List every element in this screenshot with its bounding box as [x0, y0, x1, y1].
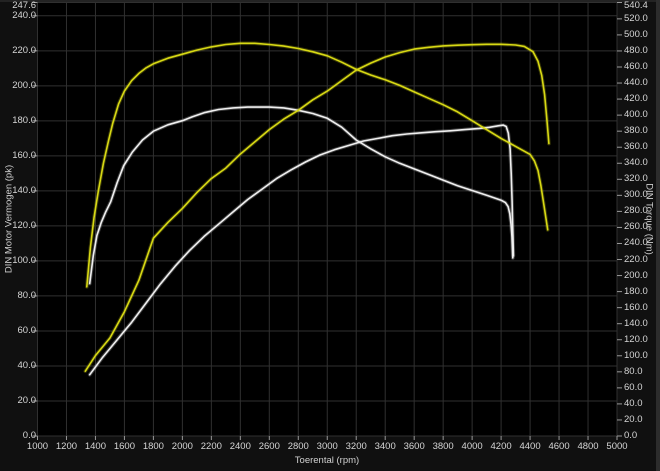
x-tick-label: 2400: [230, 442, 251, 452]
y-left-tick-label: 80.0: [0, 291, 36, 301]
y-left-tick-label: 180.0: [0, 116, 36, 126]
y-left-tick-label: 0.0: [0, 431, 36, 441]
right-axis-title: DIN Torque (Nm): [644, 183, 655, 255]
y-left-tick-label: 20.0: [0, 396, 36, 406]
x-tick-label: 4800: [577, 442, 598, 452]
x-tick-label: 4400: [519, 442, 540, 452]
y-left-tick-label: 160.0: [0, 151, 36, 161]
y-right-tick-label: 400.0: [624, 110, 648, 120]
y-left-tick-label: 60.0: [0, 326, 36, 336]
y-right-tick-label: 180.0: [624, 287, 648, 297]
y-right-tick-label: 60.0: [624, 383, 643, 393]
y-right-tick-label: 20.0: [624, 415, 643, 425]
x-tick-label: 1000: [27, 442, 48, 452]
x-tick-label: 5000: [606, 442, 627, 452]
x-tick-label: 3200: [346, 442, 367, 452]
y-right-tick-label: 360.0: [624, 142, 648, 152]
y-right-tick-label: 520.0: [624, 14, 648, 24]
y-right-tick-label: 440.0: [624, 78, 648, 88]
y-right-tick-label: 40.0: [624, 399, 643, 409]
x-tick-label: 3000: [317, 442, 338, 452]
right-edge-strip: [656, 0, 660, 471]
x-tick-label: 2800: [288, 442, 309, 452]
y-left-tick-label: 220.0: [0, 46, 36, 56]
y-right-tick-label: 480.0: [624, 46, 648, 56]
y-left-tick-label: 40.0: [0, 361, 36, 371]
x-tick-label: 1800: [143, 442, 164, 452]
x-tick-label: 2000: [172, 442, 193, 452]
y-right-tick-label: 140.0: [624, 319, 648, 329]
chart-canvas: [0, 0, 660, 471]
x-tick-label: 1200: [56, 442, 77, 452]
y-right-tick-label: 160.0: [624, 303, 648, 313]
y-left-tick-label: 240.0: [0, 11, 36, 21]
y-right-tick-label: 540.4: [624, 1, 648, 11]
y-right-tick-label: 0.0: [624, 431, 637, 441]
x-tick-label: 4200: [491, 442, 512, 452]
y-right-tick-label: 340.0: [624, 158, 648, 168]
y-left-tick-label: 200.0: [0, 81, 36, 91]
x-tick-label: 3400: [375, 442, 396, 452]
x-tick-label: 3600: [404, 442, 425, 452]
y-right-tick-label: 120.0: [624, 335, 648, 345]
y-right-tick-label: 100.0: [624, 351, 648, 361]
x-tick-label: 1400: [85, 442, 106, 452]
y-right-tick-label: 200.0: [624, 271, 648, 281]
x-tick-label: 3800: [433, 442, 454, 452]
y-right-tick-label: 220.0: [624, 255, 648, 265]
x-axis-title: Toerental (rpm): [295, 455, 359, 466]
dyno-chart: 247.6240.0220.0200.0180.0160.0140.0120.0…: [0, 0, 660, 471]
y-right-tick-label: 500.0: [624, 30, 648, 40]
y-right-tick-label: 420.0: [624, 94, 648, 104]
y-right-tick-label: 80.0: [624, 367, 643, 377]
x-tick-label: 4000: [462, 442, 483, 452]
x-tick-label: 2600: [259, 442, 280, 452]
x-tick-label: 1600: [114, 442, 135, 452]
y-right-tick-label: 460.0: [624, 62, 648, 72]
left-axis-title: DIN Motor Vermogen (pk): [4, 165, 15, 273]
x-tick-label: 2200: [201, 442, 222, 452]
y-right-tick-label: 380.0: [624, 126, 648, 136]
x-tick-label: 4600: [548, 442, 569, 452]
